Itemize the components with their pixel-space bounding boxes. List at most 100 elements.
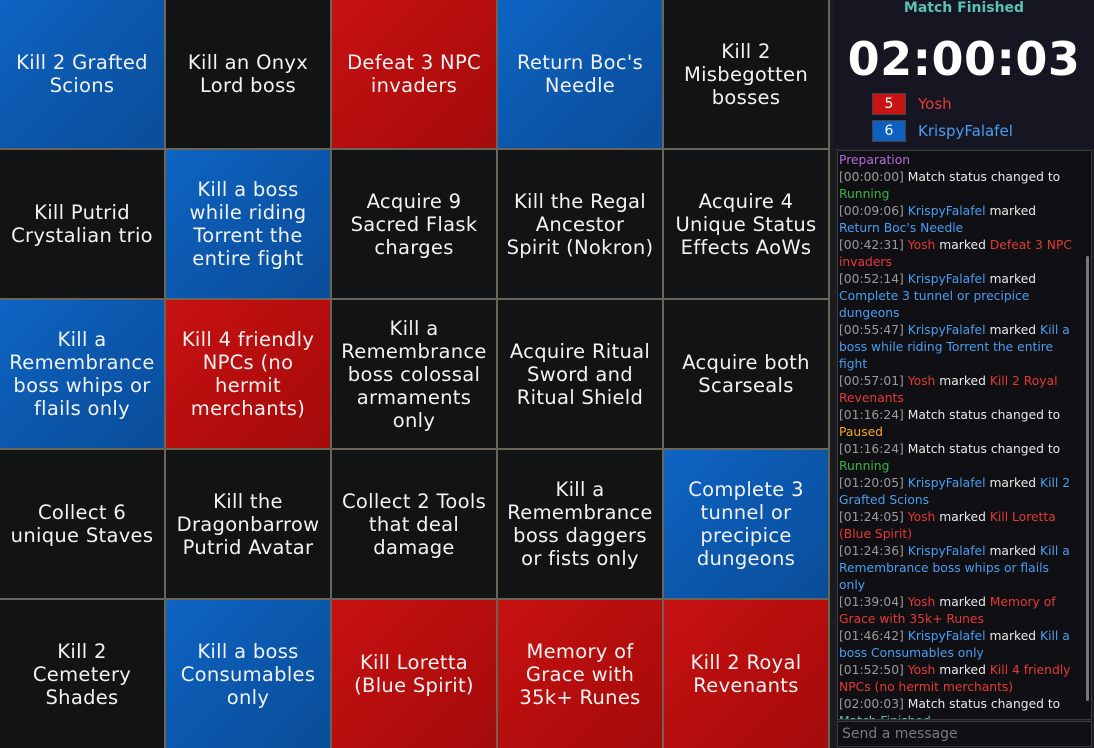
log-entry: [01:46:42] KrispyFalafel marked Kill a b…	[839, 628, 1077, 662]
match-log[interactable]: Preparation [00:00:00] Match status chan…	[837, 150, 1092, 720]
board-cell[interactable]: Kill Loretta (Blue Spirit)	[332, 600, 496, 748]
match-header: Match Finished 02:00:03 5 Yosh 6 KrispyF…	[834, 0, 1094, 148]
log-content: Preparation [00:00:00] Match status chan…	[838, 151, 1091, 719]
log-timestamp: [01:20:05]	[839, 476, 904, 490]
log-entry: [01:24:36] KrispyFalafel marked Kill a R…	[839, 543, 1077, 594]
log-player: Yosh	[907, 238, 936, 252]
log-timestamp: [00:00:00]	[839, 170, 904, 184]
board-cell[interactable]: Kill the Dragonbarrow Putrid Avatar	[166, 450, 330, 598]
log-text: Match status changed to	[907, 170, 1061, 184]
log-status: Paused	[839, 425, 883, 439]
board-cell[interactable]: Kill 2 Grafted Scions	[0, 0, 164, 148]
player-score: 6	[872, 120, 906, 142]
log-entry: [00:00:00] Match status changed to Runni…	[839, 169, 1077, 203]
board-cell[interactable]: Kill the Regal Ancestor Spirit (Nokron)	[498, 150, 662, 298]
bingo-board: Kill 2 Grafted Scions Kill an Onyx Lord b…	[0, 0, 830, 748]
log-entry: [01:16:24] Match status changed to Pause…	[839, 407, 1077, 441]
log-timestamp: [01:24:05]	[839, 510, 904, 524]
log-verb: marked	[989, 544, 1037, 558]
log-timestamp: [01:16:24]	[839, 442, 904, 456]
board-cell[interactable]: Kill a Remembrance boss colossal armamen…	[332, 300, 496, 448]
log-timestamp: [00:55:47]	[839, 323, 904, 337]
player-name: Yosh	[918, 95, 952, 113]
log-goal: Return Boc's Needle	[839, 221, 964, 235]
board-cell[interactable]: Kill 4 friendly NPCs (no hermit merchant…	[166, 300, 330, 448]
log-text: Match status changed to	[907, 408, 1061, 422]
log-verb: marked	[989, 272, 1037, 286]
log-player: KrispyFalafel	[907, 629, 986, 643]
log-entry: [02:00:03] Match status changed to Match…	[839, 696, 1077, 719]
board-cell[interactable]: Kill 2 Cemetery Shades	[0, 600, 164, 748]
log-timestamp: [00:42:31]	[839, 238, 904, 252]
log-entry: [00:09:06] KrispyFalafel marked Return B…	[839, 203, 1077, 237]
log-player: Yosh	[907, 663, 936, 677]
board-cell[interactable]: Kill a Remembrance boss whips or flails …	[0, 300, 164, 448]
sidebar: Match Finished 02:00:03 5 Yosh 6 KrispyF…	[834, 0, 1094, 748]
log-timestamp: [01:16:24]	[839, 408, 904, 422]
board-cell[interactable]: Collect 2 Tools that deal damage	[332, 450, 496, 598]
log-timestamp: [00:09:06]	[839, 204, 904, 218]
log-entry: [00:42:31] Yosh marked Defeat 3 NPC inva…	[839, 237, 1077, 271]
log-verb: marked	[989, 323, 1037, 337]
log-verb: marked	[939, 238, 986, 252]
board-cell[interactable]: Acquire 9 Sacred Flask charges	[332, 150, 496, 298]
board-cell[interactable]: Collect 6 unique Staves	[0, 450, 164, 598]
match-timer: 02:00:03	[847, 32, 1081, 86]
player-name: KrispyFalafel	[918, 122, 1013, 140]
board-cell[interactable]: Acquire both Scarseals	[664, 300, 828, 448]
log-text: Match status changed to	[907, 442, 1061, 456]
log-status: Running	[839, 459, 890, 473]
board-cell[interactable]: Kill 2 Royal Revenants	[664, 600, 828, 748]
log-verb: marked	[939, 663, 986, 677]
log-timestamp: [01:52:50]	[839, 663, 904, 677]
player-row-yosh: 5 Yosh	[872, 93, 952, 115]
log-timestamp: [01:39:04]	[839, 595, 904, 609]
log-player: Yosh	[907, 374, 936, 388]
board-cell[interactable]: Acquire Ritual Sword and Ritual Shield	[498, 300, 662, 448]
player-score: 5	[872, 93, 906, 115]
log-player: KrispyFalafel	[907, 204, 986, 218]
board-cell[interactable]: Kill a Remembrance boss daggers or fists…	[498, 450, 662, 598]
log-entry: [01:16:24] Match status changed to Runni…	[839, 441, 1077, 475]
log-text: Match status changed to	[907, 697, 1061, 711]
board-cell[interactable]: Kill 2 Misbegotten bosses	[664, 0, 828, 148]
log-verb: marked	[989, 204, 1037, 218]
log-entry: [00:52:14] KrispyFalafel marked Complete…	[839, 271, 1077, 322]
board-cell[interactable]: Acquire 4 Unique Status Effects AoWs	[664, 150, 828, 298]
log-entry: [01:52:50] Yosh marked Kill 4 friendly N…	[839, 662, 1077, 696]
log-entry: [00:57:01] Yosh marked Kill 2 Royal Reve…	[839, 373, 1077, 407]
log-entry: [01:24:05] Yosh marked Kill Loretta (Blu…	[839, 509, 1077, 543]
chat-message-input[interactable]	[837, 721, 1092, 747]
log-player: KrispyFalafel	[907, 476, 986, 490]
log-verb: marked	[989, 476, 1037, 490]
log-timestamp: [01:46:42]	[839, 629, 904, 643]
log-timestamp: [00:52:14]	[839, 272, 904, 286]
board-cell[interactable]: Kill a boss Consumables only	[166, 600, 330, 748]
log-timestamp: [00:57:01]	[839, 374, 904, 388]
board-cell[interactable]: Return Boc's Needle	[498, 0, 662, 148]
log-status: Match Finished	[839, 714, 931, 719]
log-verb: marked	[989, 629, 1037, 643]
player-row-krispyfalafel: 6 KrispyFalafel	[872, 120, 1013, 142]
log-entry: [01:39:04] Yosh marked Memory of Grace w…	[839, 594, 1077, 628]
board-cell[interactable]: Kill Putrid Crystalian trio	[0, 150, 164, 298]
board-cell[interactable]: Memory of Grace with 35k+ Runes	[498, 600, 662, 748]
log-entry: [01:20:05] KrispyFalafel marked Kill 2 G…	[839, 475, 1077, 509]
log-verb: marked	[939, 510, 986, 524]
log-timestamp: [01:24:36]	[839, 544, 904, 558]
log-header: Preparation	[839, 153, 911, 167]
board-cell[interactable]: Kill a boss while riding Torrent the ent…	[166, 150, 330, 298]
log-player: KrispyFalafel	[907, 323, 986, 337]
log-timestamp: [02:00:03]	[839, 697, 904, 711]
log-entry: [00:55:47] KrispyFalafel marked Kill a b…	[839, 322, 1077, 373]
board-cell[interactable]: Kill an Onyx Lord boss	[166, 0, 330, 148]
log-verb: marked	[939, 595, 986, 609]
board-cell[interactable]: Complete 3 tunnel or precipice dungeons	[664, 450, 828, 598]
match-status: Match Finished	[903, 0, 1025, 16]
log-goal: Complete 3 tunnel or precipice dungeons	[839, 289, 1030, 320]
board-cell[interactable]: Defeat 3 NPC invaders	[332, 0, 496, 148]
log-player: Yosh	[907, 510, 936, 524]
log-player: Yosh	[907, 595, 936, 609]
log-verb: marked	[939, 374, 986, 388]
log-scrollbar[interactable]	[1086, 256, 1089, 701]
